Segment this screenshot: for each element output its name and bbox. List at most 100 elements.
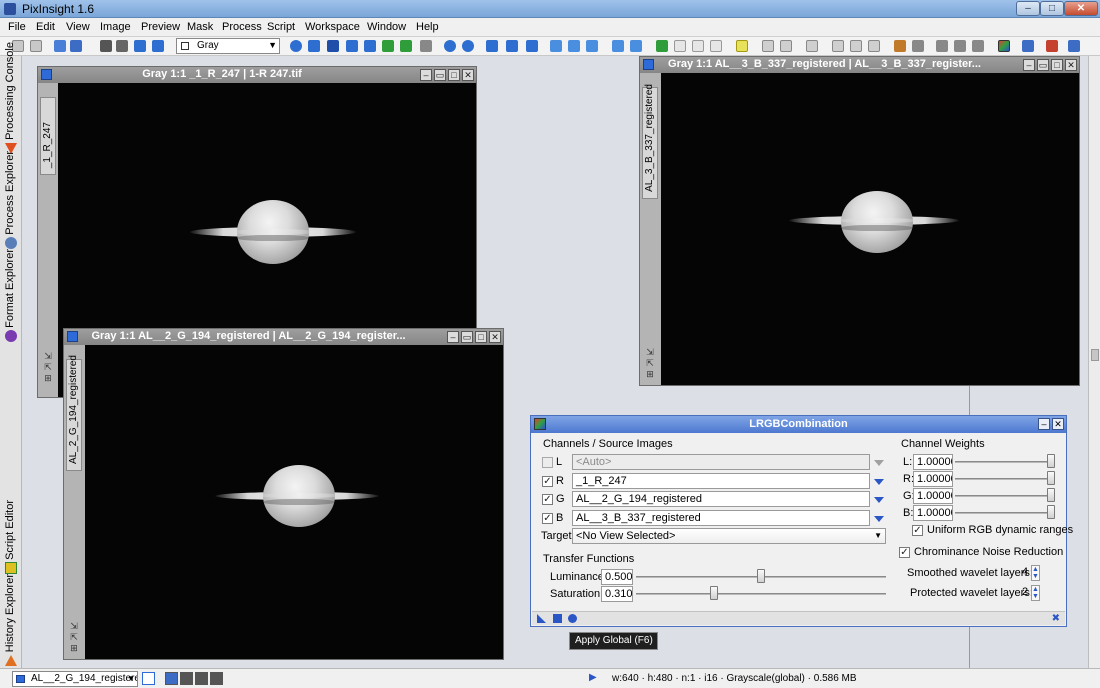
maximize-window-button[interactable]: □ [475, 331, 487, 343]
view-icon[interactable] [612, 40, 624, 52]
tool2-icon[interactable] [780, 40, 792, 52]
redo-icon[interactable] [30, 40, 42, 52]
scrollbar-thumb[interactable] [1091, 349, 1099, 361]
tool5-icon[interactable] [850, 40, 862, 52]
tool7-icon[interactable] [894, 40, 906, 52]
saturation-slider-track[interactable] [636, 593, 886, 595]
tab-processing-console[interactable]: Processing Console [0, 42, 22, 156]
shade-button[interactable]: – [447, 331, 459, 343]
frame-icon[interactable] [674, 40, 686, 52]
tool8-icon[interactable] [912, 40, 924, 52]
maximize-window-button[interactable]: □ [448, 69, 460, 81]
uniform-rgb-checkbox[interactable]: ✓ [912, 525, 923, 536]
channel-b-dropdown-icon[interactable] [874, 516, 884, 522]
window-title-bar[interactable]: Gray 1:1 AL__2_G_194_registered | AL__2_… [64, 329, 503, 345]
target-select[interactable]: <No View Selected> ▼ [572, 528, 886, 544]
image-canvas[interactable] [661, 73, 1079, 385]
window-title-bar[interactable]: Gray 1:1 AL__3_B_337_registered | AL__3_… [640, 57, 1079, 73]
open-icon[interactable] [70, 40, 82, 52]
channel-l-dropdown-icon[interactable] [874, 460, 884, 466]
tool4-icon[interactable] [832, 40, 844, 52]
export-icon[interactable] [152, 40, 164, 52]
iconize-button[interactable]: ▭ [461, 331, 473, 343]
new-instance-icon[interactable] [537, 614, 546, 623]
window-side-tools[interactable]: ⇲ ⇱ ⊞ [643, 347, 657, 380]
screen3-icon[interactable] [586, 40, 598, 52]
reset-icon[interactable]: ✖ [1052, 613, 1060, 624]
weight-r-slider[interactable] [955, 478, 1053, 480]
channel-b-checkbox[interactable]: ✓ [542, 513, 553, 524]
channel-l-checkbox[interactable] [542, 457, 553, 468]
image-window-b[interactable]: Gray 1:1 AL__3_B_337_registered | AL__3_… [639, 56, 1080, 386]
smoothed-layers-spinner[interactable]: ▲ ▼ [1031, 565, 1040, 581]
zoom-1-1-icon[interactable] [346, 40, 358, 52]
window-side-tools[interactable]: ⇲ ⇱ ⊞ [41, 351, 55, 384]
magnify-plus-icon[interactable] [444, 40, 456, 52]
view-id-tab[interactable]: _1_R_247 [40, 97, 56, 175]
iconize-button[interactable]: ▭ [1037, 59, 1049, 71]
maximize-window-button[interactable]: □ [1051, 59, 1063, 71]
menu-edit[interactable]: Edit [36, 21, 55, 33]
pan-icon[interactable] [290, 40, 302, 52]
stf-icon[interactable] [382, 40, 394, 52]
menu-view[interactable]: View [66, 21, 90, 33]
close-image-icon[interactable] [100, 40, 112, 52]
close-dialog-button[interactable]: ✕ [1052, 418, 1064, 430]
menu-workspace[interactable]: Workspace [305, 21, 360, 33]
weight-g-thumb[interactable] [1047, 488, 1055, 502]
close-window-button[interactable]: ✕ [462, 69, 474, 81]
channel-r-source[interactable]: _1_R_247 [572, 473, 870, 489]
weight-l-slider[interactable] [955, 461, 1053, 463]
tool1-icon[interactable] [762, 40, 774, 52]
chroma-noise-checkbox[interactable]: ✓ [899, 547, 910, 558]
channel3-icon[interactable] [210, 672, 223, 685]
rgb-icon[interactable] [998, 40, 1010, 52]
shade-button[interactable]: – [1023, 59, 1035, 71]
channel-g-checkbox[interactable]: ✓ [542, 494, 553, 505]
channel-b-source[interactable]: AL__3_B_337_registered [572, 510, 870, 526]
menu-image[interactable]: Image [100, 21, 131, 33]
readout-icon[interactable] [486, 40, 498, 52]
channel2-icon[interactable] [195, 672, 208, 685]
shade-button[interactable]: – [420, 69, 432, 81]
tool3-icon[interactable] [806, 40, 818, 52]
close-window-button[interactable]: ✕ [489, 331, 501, 343]
window-title-bar[interactable]: Gray 1:1 _1_R_247 | 1-R 247.tif – ▭ □ ✕ [38, 67, 476, 83]
menu-process[interactable]: Process [222, 21, 262, 33]
weight-b-slider[interactable] [955, 512, 1053, 514]
save-as-icon[interactable] [134, 40, 146, 52]
auto-stf-icon[interactable] [400, 40, 412, 52]
view-selector[interactable]: AL__2_G_194_registered ▼ [12, 671, 138, 687]
maximize-button[interactable]: □ [1040, 1, 1064, 16]
minimize-button[interactable]: – [1016, 1, 1040, 16]
channel-l-source[interactable]: <Auto> [572, 454, 870, 470]
tab-script-editor[interactable]: Script Editor [0, 500, 22, 576]
mask-icon[interactable] [526, 40, 538, 52]
close-window-button[interactable]: ✕ [1065, 59, 1077, 71]
zoom-fit-icon[interactable] [327, 40, 339, 52]
zoom-in-icon[interactable] [364, 40, 376, 52]
frame3-icon[interactable] [710, 40, 722, 52]
image-canvas[interactable] [85, 345, 503, 659]
pointer-icon[interactable] [420, 40, 432, 52]
channel-r-checkbox[interactable]: ✓ [542, 476, 553, 487]
menu-help[interactable]: Help [416, 21, 439, 33]
close-button[interactable]: ✕ [1064, 1, 1098, 16]
explorer-icon[interactable] [142, 672, 155, 685]
tool13-icon[interactable] [1046, 40, 1058, 52]
tool11-icon[interactable] [972, 40, 984, 52]
channel-g-source[interactable]: AL__2_G_194_registered [572, 491, 870, 507]
view2-icon[interactable] [630, 40, 642, 52]
weight-b-input[interactable]: 1.00000 [913, 505, 953, 521]
view-id-tab[interactable]: AL_3_B_337_registered [642, 84, 658, 199]
screen2-icon[interactable] [568, 40, 580, 52]
channel-r-dropdown-icon[interactable] [874, 479, 884, 485]
menu-preview[interactable]: Preview [141, 21, 180, 33]
fit-view-icon[interactable] [308, 40, 320, 52]
new-image-icon[interactable] [54, 40, 66, 52]
play-icon[interactable]: ▶ [589, 672, 597, 683]
image-window-g[interactable]: Gray 1:1 AL__2_G_194_registered | AL__2_… [63, 328, 504, 660]
weight-l-thumb[interactable] [1047, 454, 1055, 468]
weight-g-slider[interactable] [955, 495, 1053, 497]
weight-l-input[interactable]: 1.00000 [913, 454, 953, 470]
